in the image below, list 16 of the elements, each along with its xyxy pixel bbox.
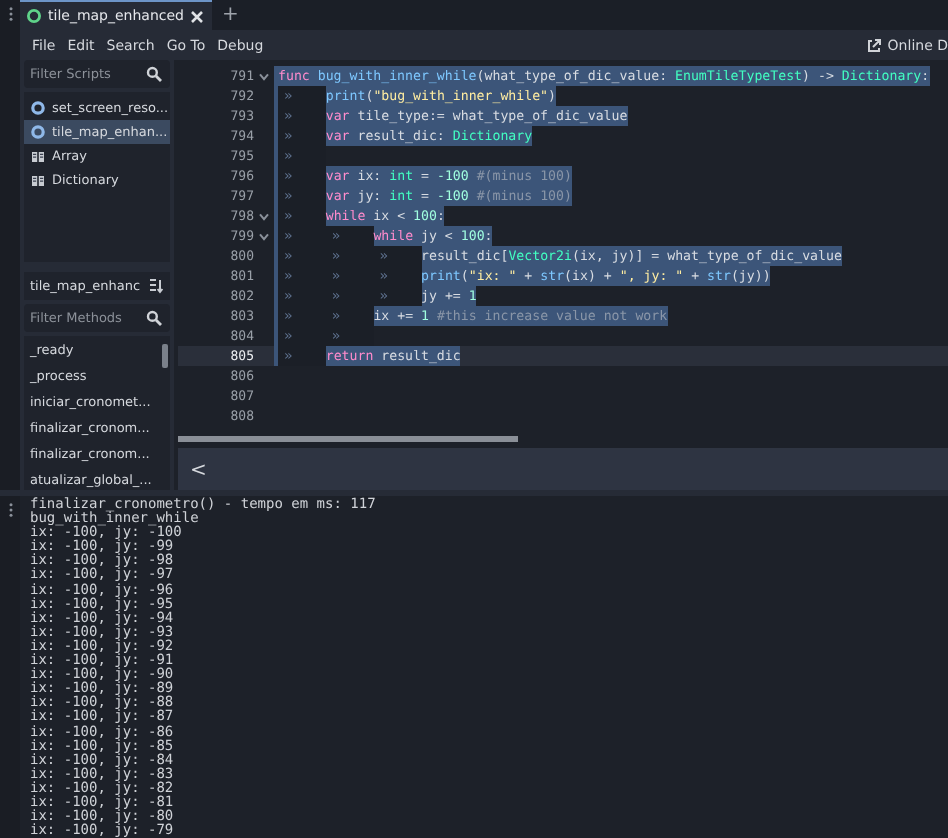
search-icon	[146, 310, 162, 326]
drag-handle-icon[interactable]	[7, 502, 13, 518]
close-icon[interactable]	[190, 9, 204, 23]
drag-handle-icon[interactable]	[7, 6, 13, 22]
external-link-icon	[865, 37, 882, 53]
book-icon	[30, 172, 46, 188]
sort-icon[interactable]	[148, 278, 164, 294]
scrollbar[interactable]	[178, 435, 518, 441]
book-icon	[30, 148, 46, 164]
collapse-button[interactable]: <	[182, 459, 215, 481]
fold-chevron-icon[interactable]	[258, 211, 270, 221]
search-icon	[146, 66, 162, 82]
new-tab-button[interactable]: +	[212, 0, 249, 30]
fold-chevron-icon[interactable]	[258, 71, 270, 81]
fold-chevron-icon[interactable]	[258, 231, 270, 241]
scrollbar[interactable]	[162, 344, 168, 368]
